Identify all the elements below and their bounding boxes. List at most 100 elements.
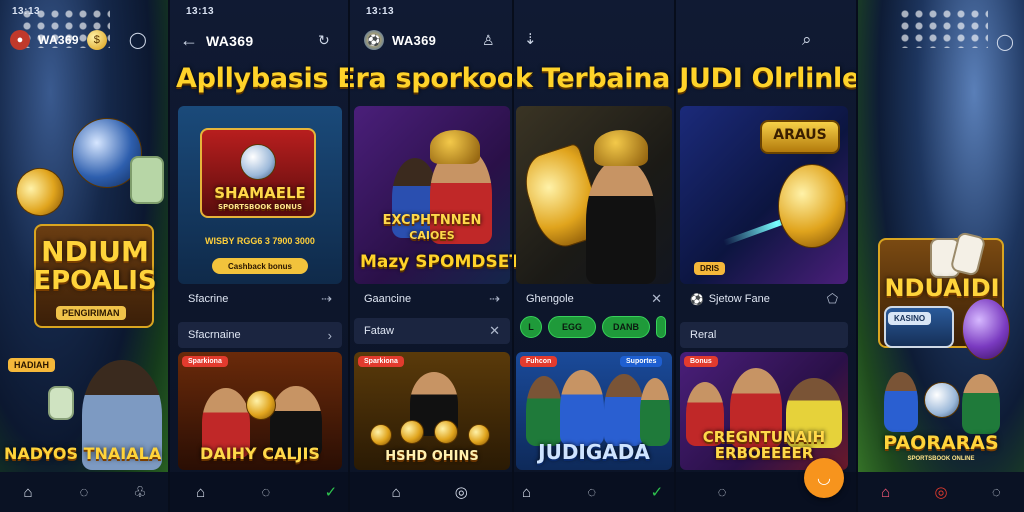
brand-name-1: WA369 [206,32,254,49]
game-title: CREGNTUNAIH [702,428,826,446]
card2-row-1[interactable]: Gaancine ⇢ [354,286,510,312]
filter-pill[interactable]: L [520,316,542,338]
game-corner-tag: Suportes [620,356,663,367]
stadium-lights [898,8,988,48]
arrow-left-icon[interactable]: ← [180,30,198,51]
cashback-button[interactable]: Cashback bonus [212,258,308,274]
card2-row2-label: Fataw [364,325,394,337]
shield-outline-icon: ⬠ [826,291,838,306]
download-icon[interactable]: ⇣ [524,30,537,48]
right-promo-panel: ◯ NDUAIDI KASINO PAORARAS SPORTSBOOK ONL… [858,0,1024,512]
game-title: JUDIGADA [538,440,650,464]
game-tag: Fuhcon [520,356,558,367]
game-card-judigada[interactable]: Fuhcon Suportes JUDIGADA [516,352,672,470]
card1-bonus-line: WISBY RGG6 3 7900 3000 [205,236,315,246]
left-bottom-nav: ⌂ ◌ ♧ [0,472,168,512]
coin-icon[interactable]: $ [86,30,107,50]
promo-card-sportsbook[interactable]: SHAMAELE SPORTSBOOK BONUS WISBY RGG6 3 7… [178,106,342,284]
player-figure [604,374,644,446]
gold-coin-art [8,160,72,224]
circle-icon[interactable]: ◯ [996,32,1014,52]
coin-art [400,420,424,444]
card4-title: ARAUS [773,127,827,143]
brand-logo-icon: ● [10,30,30,50]
home-icon[interactable]: ⌂ [17,481,39,503]
game-title: HSHD OHINS [385,449,479,464]
coin-art [434,420,458,444]
chat-icon[interactable]: ◌ [255,481,277,503]
game-title: DAIHY CALJIS [200,444,320,463]
left-art-title-2: EPOALIS [33,266,157,296]
home-icon[interactable]: ⌂ [875,481,897,503]
record-icon[interactable]: ◎ [930,481,952,503]
card2-title: EXCPHTNNEN [382,213,482,228]
card4-row2-label: Reral [690,329,717,341]
search-icon[interactable]: ⌕ [802,30,812,50]
chat-icon[interactable]: ◌ [581,481,603,503]
player-figure [560,370,604,446]
appbar-2: ⚽ WA369 [364,30,436,50]
chip-art [962,298,1010,360]
home-icon[interactable]: ⌂ [385,481,407,503]
game-tag: Sparkiona [358,356,404,367]
card3-row-1[interactable]: Ghengole ✕ [516,286,672,312]
refresh-icon[interactable]: ↻ [318,32,330,49]
center-app-screens: 13:13 13:13 ← WA369 ↻ ⚽ WA369 ♙ ⇣ ⌕ Apll… [168,0,872,512]
home-icon[interactable]: ⌂ [516,481,538,503]
card1-row-2[interactable]: Sfacrnaine › [178,322,342,348]
hadiah-badge: HADIAH [8,358,55,372]
brand-name: WA369 [38,33,79,47]
card1-row-1[interactable]: Sfacrine ⇢ [178,286,342,312]
card4-row-2[interactable]: Reral [680,322,848,348]
coin-art [370,424,392,446]
left-appbar: ● WA369 $ ◯ [10,30,147,50]
card1-title: SHAMAELE [214,184,306,202]
game-corner-tag: Bonus [684,356,718,367]
screen-divider [674,0,676,512]
home-icon[interactable]: ⌂ [190,481,212,503]
card4-row-1[interactable]: ⚽ Sjetow Fane ⬠ [680,286,848,312]
player-figure [526,376,562,446]
settings-icon[interactable]: ◎ [450,481,472,503]
promo-card-coin[interactable]: ARAUS DRIS [680,106,848,284]
right-footer-title: PAORARAS [883,432,999,454]
player-figure [962,374,1000,434]
right-footer-sub: SPORTSBOOK ONLINE [907,456,975,462]
screen-divider [168,0,170,512]
game-card-crecentual[interactable]: Bonus CREGNTUNAIH ERBOEEEER [680,352,848,470]
arrow-right-icon: ⇢ [489,291,500,306]
game-card-coins[interactable]: Sparkiona HSHD OHINS [354,352,510,470]
shield-icon[interactable]: ◯ [129,30,147,50]
promo-card-player[interactable] [516,106,672,284]
cash-note-art [48,386,74,420]
chevron-right-icon: › [327,327,332,343]
player-figure [884,372,918,432]
card4-row1-label: Sjetow Fane [708,293,770,305]
filter-pill[interactable] [656,316,666,338]
filter-pill[interactable]: EGG [548,316,596,338]
game-tag: Sparkiona [182,356,228,367]
chat-icon[interactable]: ◌ [711,481,733,503]
check-icon[interactable]: ✓ [646,481,668,503]
right-art-title: NDUAIDI [884,274,1000,302]
card4-row1: ⚽ Sjetow Fane [690,293,770,306]
chat-icon[interactable]: ◌ [985,481,1007,503]
game-card-daily[interactable]: Sparkiona DAIHY CALJIS [178,352,342,470]
brand-logo-icon: ⚽ [364,30,384,50]
screen-divider [348,0,350,512]
cash-art [130,156,164,204]
check-icon[interactable]: ✓ [320,481,342,503]
card3-row1-label: Ghengole [526,293,574,305]
filter-pill[interactable]: DANB [602,316,650,338]
chat-fab-button[interactable]: ◡ [804,458,844,498]
left-promo-panel: 13:13 ● WA369 $ ◯ NDIUM EPOALIS PENGIRIM… [0,0,168,512]
card2-row-2[interactable]: Fataw ✕ [354,318,510,344]
player-figure [586,158,656,284]
football-art [240,144,276,180]
chat-icon[interactable]: ◌ [73,481,95,503]
arrow-right-icon: ⇢ [321,291,332,306]
user-icon[interactable]: ♙ [482,32,495,49]
card4-badge: DRIS [694,262,726,275]
gold-coin-art [778,164,846,248]
gift-icon[interactable]: ♧ [129,481,151,503]
